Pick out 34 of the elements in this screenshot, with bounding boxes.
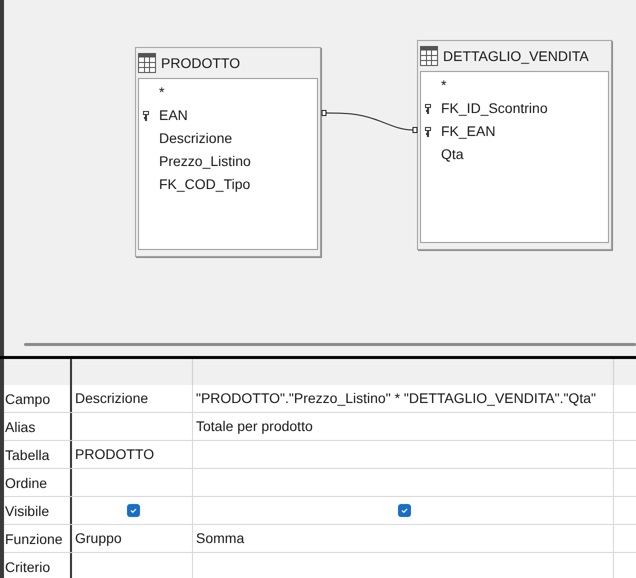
grid-cell-text[interactable]: "PRODOTTO"."Prezzo_Listino" * "DETTAGLIO_VENDITA"."Qta" (196, 388, 596, 409)
scrollbar[interactable] (24, 342, 636, 346)
row-header: Tabella (4, 441, 72, 468)
row-header: Ordine (4, 469, 72, 496)
checkmark-icon (400, 506, 409, 515)
field-name[interactable]: * (441, 75, 446, 96)
field-name[interactable]: FK_COD_Tipo (159, 174, 250, 195)
grid-cell-text[interactable]: Gruppo (75, 528, 122, 549)
row-header: Funzione (4, 525, 72, 552)
field-name[interactable]: Qta (441, 144, 464, 165)
field-name[interactable]: Descrizione (159, 128, 232, 149)
checkbox[interactable] (127, 504, 140, 517)
checkbox[interactable] (398, 504, 411, 517)
relation-line[interactable] (322, 110, 418, 133)
table-icon (420, 46, 438, 66)
table-title: PRODOTTO (161, 54, 240, 72)
field-name[interactable]: FK_ID_Scontrino (441, 98, 548, 119)
field-name[interactable]: Prezzo_Listino (159, 151, 251, 172)
row-header: Visibile (4, 497, 72, 524)
row-header: Campo (4, 385, 72, 412)
field-name[interactable]: FK_EAN (441, 121, 496, 142)
grid-cell-text[interactable]: Somma (196, 528, 244, 549)
grid-cell-text[interactable]: Descrizione (75, 388, 148, 409)
table-title: DETTAGLIO_VENDITA (443, 46, 589, 66)
row-header: Alias (4, 413, 72, 440)
row-header: Criterio (4, 553, 72, 578)
grid-cell-text[interactable]: Totale per prodotto (196, 416, 313, 437)
table-icon (138, 53, 156, 73)
table-window[interactable]: DETTAGLIO_VENDITA * FK_ID_Scontrino FK_EAN Qta (417, 40, 612, 250)
table-window[interactable]: PRODOTTO * EAN Descrizione Prezzo_Listino FK_COD_Tipo (135, 47, 321, 257)
grid-cell-text[interactable]: PRODOTTO (75, 444, 154, 465)
checkmark-icon (129, 506, 138, 515)
field-name[interactable]: * (159, 82, 164, 103)
field-name[interactable]: EAN (159, 105, 188, 126)
